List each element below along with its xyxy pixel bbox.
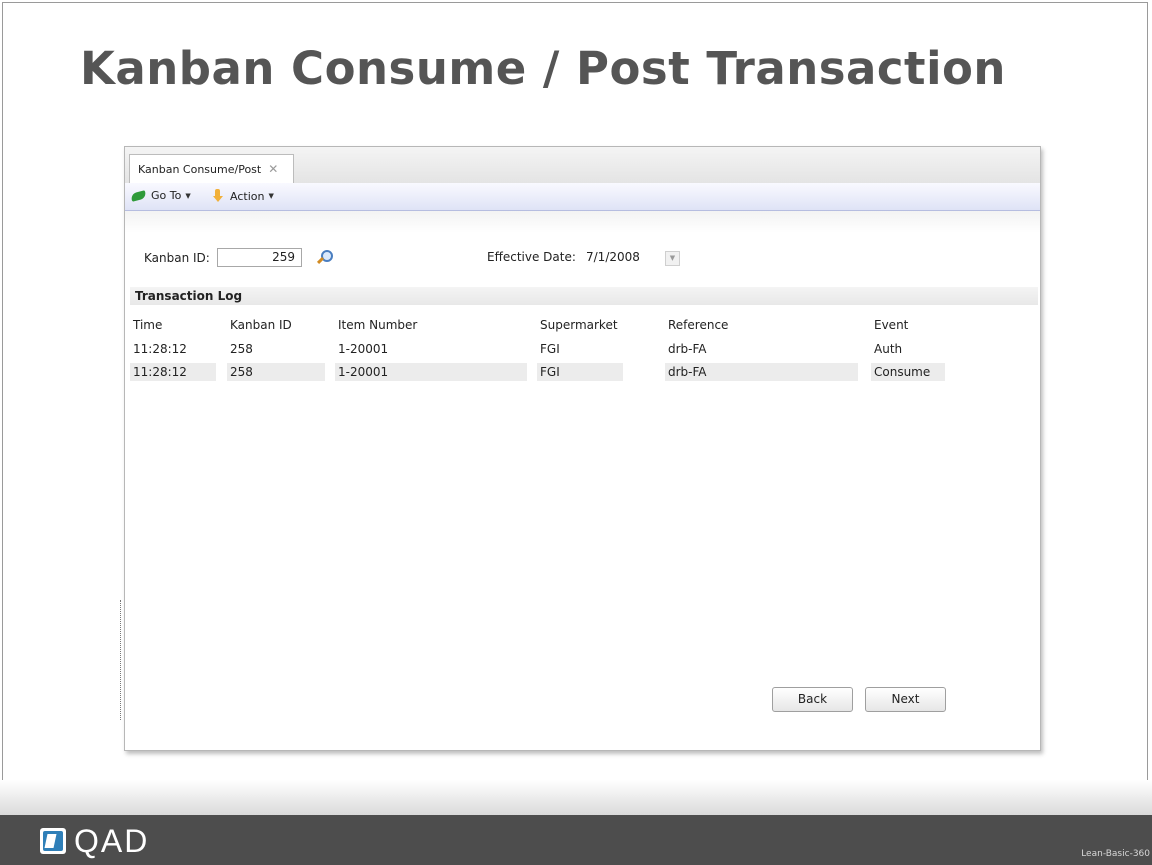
- cell-reference: drb-FA: [668, 342, 707, 356]
- cell-event: Auth: [874, 342, 903, 356]
- effective-date-value[interactable]: 7/1/2008: [586, 250, 640, 264]
- tab-kanban-consume-post[interactable]: Kanban Consume/Post ✕: [129, 154, 294, 183]
- cell-kanban-id: 258: [230, 342, 253, 356]
- kanban-id-input[interactable]: 259: [217, 248, 302, 267]
- cell-kanban-id: 258: [227, 363, 325, 381]
- tab-bar: Kanban Consume/Post ✕: [125, 147, 1040, 184]
- column-header-kanban-id: Kanban ID: [230, 318, 292, 332]
- cell-event: Consume: [871, 363, 945, 381]
- slide-title: Kanban Consume / Post Transaction: [80, 42, 1006, 95]
- column-header-reference: Reference: [668, 318, 729, 332]
- qad-logo-icon: [40, 828, 66, 854]
- footer-gradient: [0, 780, 1152, 816]
- cell-supermarket: FGI: [537, 363, 623, 381]
- splitter-handle[interactable]: [120, 600, 123, 720]
- qad-logo: QAD: [40, 823, 149, 859]
- app-window: Kanban Consume/Post ✕ Go To ▼ Action ▼ K…: [124, 146, 1041, 751]
- goto-label: Go To: [151, 189, 182, 202]
- action-icon: [213, 189, 223, 203]
- cell-time: 11:28:12: [133, 342, 187, 356]
- toolbar-subband: [125, 211, 1040, 233]
- column-header-time: Time: [133, 318, 163, 332]
- back-button[interactable]: Back: [772, 687, 853, 712]
- cell-item-number: 1-20001: [338, 342, 389, 356]
- goto-icon: [130, 189, 147, 202]
- tab-label: Kanban Consume/Post: [138, 162, 262, 176]
- chevron-down-icon: ▼: [268, 192, 274, 200]
- toolbar: Go To ▼ Action ▼: [125, 183, 1040, 211]
- chevron-down-icon: ▼: [185, 191, 191, 200]
- cell-time: 11:28:12: [130, 363, 216, 381]
- footer-bar: [0, 815, 1152, 865]
- transaction-log-header: Transaction Log: [130, 287, 1038, 305]
- kanban-id-label: Kanban ID:: [144, 251, 210, 265]
- goto-menu-button[interactable]: Go To ▼: [130, 189, 191, 202]
- column-header-item-number: Item Number: [338, 318, 418, 332]
- column-header-event: Event: [874, 318, 909, 332]
- effective-date-label: Effective Date:: [487, 250, 576, 264]
- close-icon[interactable]: ✕: [268, 162, 278, 176]
- cell-reference: drb-FA: [665, 363, 858, 381]
- cell-item-number: 1-20001: [335, 363, 527, 381]
- logo-text: QAD: [74, 822, 150, 859]
- slide-code: Lean-Basic-360: [1081, 849, 1150, 859]
- next-button[interactable]: Next: [865, 687, 946, 712]
- action-menu-button[interactable]: Action ▼: [213, 189, 274, 203]
- calendar-icon[interactable]: ▼: [665, 251, 680, 266]
- lookup-icon[interactable]: [315, 248, 333, 266]
- action-label: Action: [230, 189, 265, 203]
- cell-supermarket: FGI: [540, 342, 560, 356]
- column-header-supermarket: Supermarket: [540, 318, 618, 332]
